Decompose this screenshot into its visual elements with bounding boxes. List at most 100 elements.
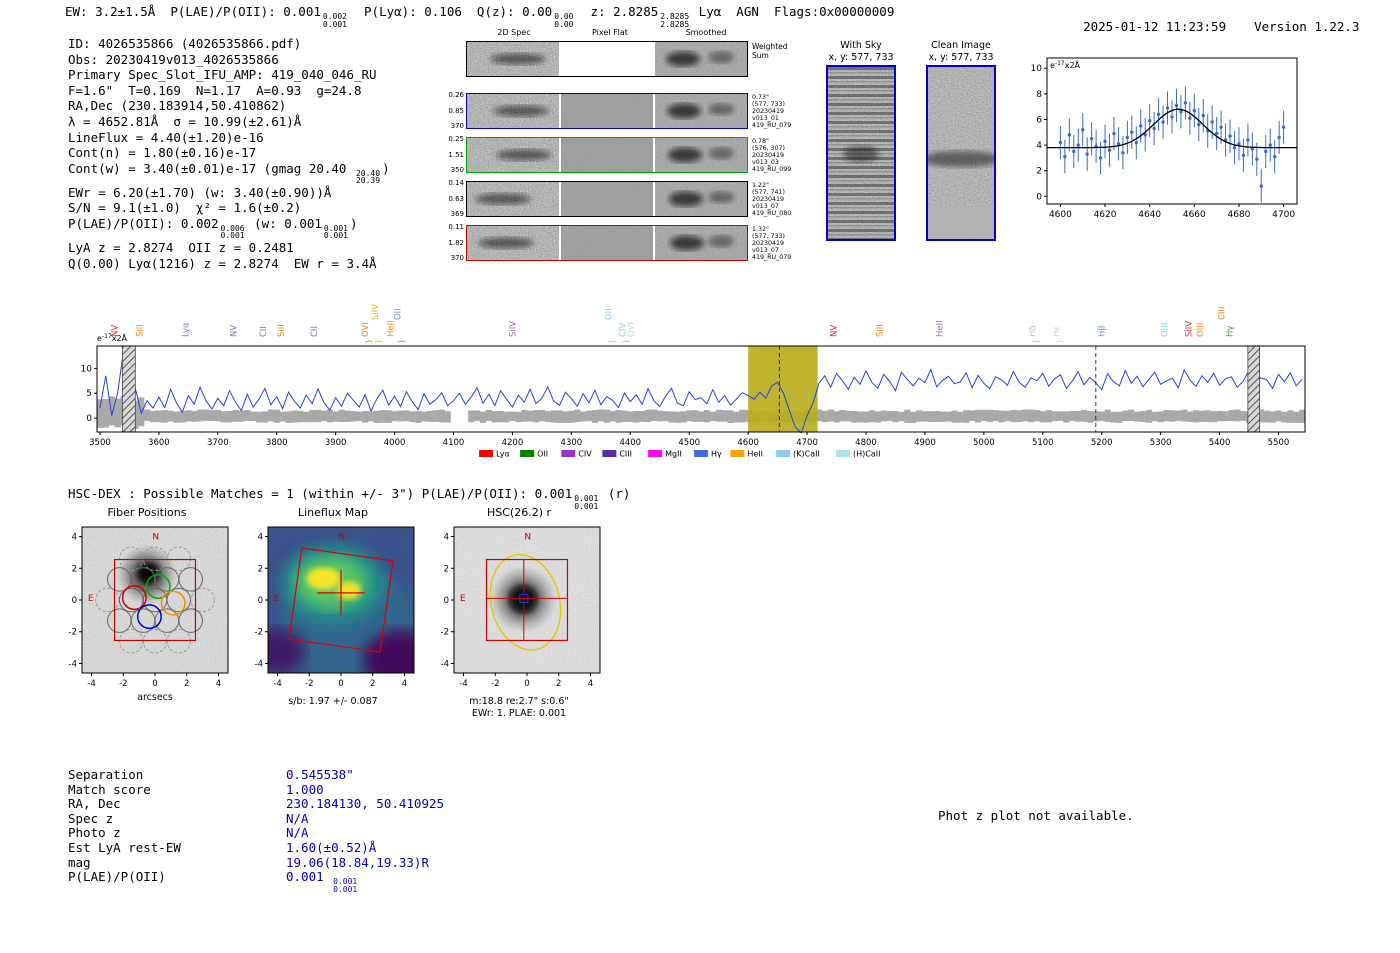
hsc-image-title: HSC(26.2) r — [486, 506, 552, 519]
with-sky-image — [826, 65, 896, 241]
cutout-image-smooth — [655, 42, 747, 76]
svg-text:E: E — [460, 594, 466, 604]
svg-text:SiIV: SiIV — [371, 304, 381, 320]
cutout-image-smooth — [655, 182, 747, 216]
match-label: Match score — [68, 781, 151, 797]
masked-region — [121, 345, 136, 433]
clean-image — [921, 65, 1001, 241]
svg-text:2: 2 — [556, 679, 561, 689]
svg-text:5300: 5300 — [1150, 438, 1172, 448]
svg-text:OVI: OVI — [361, 322, 371, 337]
info-line: LineFlux = 4.40(±1.20)e-16 — [68, 129, 264, 145]
svg-text:0: 0 — [152, 679, 157, 689]
highlight-region — [748, 346, 818, 432]
svg-text:-2: -2 — [491, 679, 499, 689]
svg-text:0: 0 — [1036, 192, 1042, 202]
svg-text:CIII: CIII — [1217, 307, 1227, 320]
lineflux-map-plot: NE-4-4-2-2002244 — [255, 526, 415, 689]
svg-text:OII: OII — [393, 308, 403, 320]
cutout-rows: Weighted Sum 0.26 0.85 370 0.73" (577, 733) 202… — [440, 39, 860, 263]
cutout-col-header: Smoothed — [685, 28, 727, 37]
hsc-caption-1: m:18.8 re:2.7" s:0.6" — [469, 696, 569, 707]
cutout-row: 0.26 0.85 370 0.73" (577, 733) 20230419 v013_0… — [440, 91, 860, 131]
svg-text:2: 2 — [370, 679, 375, 689]
cutout-left-labels: 0.25 1.51 350 — [448, 135, 464, 174]
match-row: Match score 1.000 — [68, 781, 444, 798]
cutout-image-flat — [561, 94, 653, 128]
detection-info-block: ID: 4026535866 (4026535866.pdf) Obs: 2023… — [68, 36, 390, 271]
cutout-image-smooth — [655, 226, 747, 260]
cutout-image-spec — [467, 182, 559, 216]
svg-text:2: 2 — [444, 564, 449, 574]
cutout-image-spec — [467, 226, 559, 260]
stacked-uncertainty: 0.006 0.001 — [220, 223, 245, 241]
svg-text:OIII: OIII — [1196, 323, 1206, 337]
info-line: S/N = 9.1(±1.0) χ² = 1.6(±0.2) — [68, 200, 302, 216]
svg-text:4400: 4400 — [619, 438, 641, 448]
match-row: Est LyA rest-EW 1.60(±0.52)Å — [68, 840, 444, 856]
svg-text:E: E — [274, 594, 280, 604]
svg-text:Hβ: Hβ — [1098, 325, 1108, 337]
svg-text:4640: 4640 — [1138, 210, 1161, 220]
svg-text:6: 6 — [1036, 115, 1042, 125]
clean-image-title: Clean Image — [931, 40, 991, 51]
info-line: P(LAE)/P(OII): 0.002 0.006 0.001 (w: 0.001… — [68, 215, 358, 241]
cutout-image-flat — [561, 182, 653, 216]
stacked-uncertainty: 0.001 0.001 — [333, 877, 358, 894]
cutout-left-labels: 0.14 0.63 369 — [448, 179, 464, 218]
svg-text:N: N — [338, 533, 345, 543]
svg-text:8: 8 — [1036, 90, 1042, 100]
header-summary: EW: 3.2±1.5Å P(LAE)/P(OII): 0.001 0.002 0.… — [65, 4, 895, 29]
svg-text:0: 0 — [258, 596, 263, 606]
match-row: mag 19.06(18.84,19.33)R — [68, 855, 444, 871]
stacked-uncertainty: 2.8285 2.8285 — [660, 12, 690, 29]
with-sky-coords: x, y: 577, 733 — [828, 51, 894, 63]
lineflux-heatmap: NE — [268, 527, 414, 673]
svg-text:2: 2 — [258, 564, 263, 574]
cutout-image-spec — [467, 138, 559, 172]
svg-text:3800: 3800 — [266, 438, 288, 448]
svg-text:N: N — [524, 533, 531, 543]
cutout-images — [466, 137, 748, 173]
info-line: Q(0.00) Lyα(1216) z = 2.8274 EW r = 3.4Å — [68, 255, 377, 271]
cutout-image-flat — [561, 138, 653, 172]
emission-line-fit-plot: 4600 4620 4640 4660 4680 4700 0 2 4 6 8 10 e-17x2Å — [1031, 57, 1298, 220]
cutout-images — [466, 93, 748, 129]
svg-text:0: 0 — [72, 596, 77, 606]
cutout-image-smooth — [655, 138, 747, 172]
clean-image-panel: Clean Image x, y: 577, 733 — [921, 40, 1001, 243]
spectrum-legend: Lyα OII CIV CIII MgII Hγ HeII (K)CaII (H)CaII — [479, 450, 881, 459]
svg-text:4900: 4900 — [914, 438, 936, 448]
svg-text:OII: OII — [604, 308, 614, 320]
svg-text:4660: 4660 — [1183, 210, 1206, 220]
svg-text:arcsecs: arcsecs — [137, 692, 173, 703]
svg-text:Hδ: Hδ — [1029, 325, 1039, 337]
match-value: 1.000 — [286, 781, 324, 797]
svg-text:CIV: CIV — [578, 450, 592, 459]
svg-text:SiII: SiII — [135, 324, 145, 337]
svg-text:5500: 5500 — [1268, 438, 1290, 448]
with-sky-cutout — [828, 67, 894, 239]
match-value: 230.184130, 50.410925 — [286, 796, 445, 812]
match-value: 0.001 0.001 0.001 — [286, 869, 358, 894]
svg-text:-4: -4 — [441, 659, 449, 669]
cutout-left-labels: 0.26 0.85 370 — [448, 91, 464, 130]
svg-text:Lyα: Lyα — [181, 322, 191, 337]
svg-text:4700: 4700 — [1272, 210, 1295, 220]
fiber-positions-title: Fiber Positions — [107, 506, 187, 519]
cutout-col-header: Pixel Flat — [592, 28, 628, 37]
svg-text:4300: 4300 — [561, 438, 583, 448]
svg-text:5400: 5400 — [1209, 438, 1231, 448]
svg-text:}: } — [374, 339, 383, 344]
svg-text:}: } — [1032, 339, 1041, 344]
svg-text:5200: 5200 — [1091, 438, 1113, 448]
svg-text:N: N — [152, 533, 159, 543]
cutout-row: 0.14 0.63 369 1.22" (577, 741) 20230419 v013_0… — [440, 179, 860, 219]
svg-text:3600: 3600 — [148, 438, 170, 448]
match-value: N/A — [286, 825, 309, 841]
cutout-column-headers: 2D Spec Pixel Flat Smoothed — [466, 28, 860, 37]
report-version: Version 1.22.3 — [1254, 19, 1360, 34]
cutout-image-spec — [467, 42, 559, 76]
fiber-map: NE — [82, 527, 228, 673]
cutout-right-labels: 0.78" (576, 307) 20230419 v013_03 419_RU_099 — [752, 137, 792, 173]
